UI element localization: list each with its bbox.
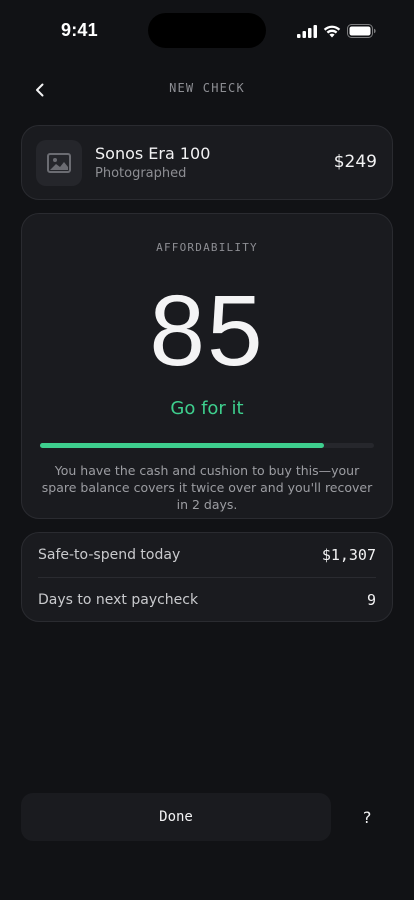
affordability-card: AFFORDABILITY 85 Go for it You have the … (21, 213, 393, 519)
signal-icon (297, 24, 317, 38)
done-button[interactable]: Done (21, 793, 331, 841)
affordability-description: You have the cash and cushion to buy thi… (41, 463, 373, 512)
stat-value: $1,307 (321, 546, 376, 564)
help-button[interactable]: ? (343, 793, 391, 841)
stat-label: Safe-to-spend today (38, 547, 181, 563)
status-icons (297, 22, 376, 40)
header: NEW CHECK (0, 70, 414, 108)
affordability-progress-fill (40, 443, 324, 448)
stat-label: Days to next paycheck (38, 592, 199, 608)
product-thumbnail (36, 140, 82, 186)
affordability-score: 85 (149, 275, 265, 387)
product-price: $249 (333, 152, 377, 172)
page-title: NEW CHECK (169, 81, 245, 95)
wifi-icon (323, 25, 341, 37)
product-name: Sonos Era 100 (95, 144, 211, 163)
affordability-progress-track (40, 443, 374, 448)
battery-icon (347, 24, 376, 38)
stats-card: Safe-to-spend today $1,307 Days to next … (21, 532, 393, 622)
affordability-label: AFFORDABILITY (156, 241, 258, 254)
stat-row-days-to-paycheck: Days to next paycheck 9 (38, 578, 376, 622)
status-bar: 9:41 (0, 0, 414, 60)
product-status: Photographed (95, 166, 187, 181)
affordability-verdict: Go for it (170, 398, 244, 419)
stat-value: 9 (366, 591, 376, 609)
product-card[interactable]: Sonos Era 100 Photographed $249 (21, 125, 393, 200)
dynamic-island (148, 13, 266, 48)
status-time: 9:41 (61, 20, 98, 40)
image-icon (47, 153, 71, 173)
stat-row-safe-to-spend: Safe-to-spend today $1,307 (38, 533, 376, 578)
